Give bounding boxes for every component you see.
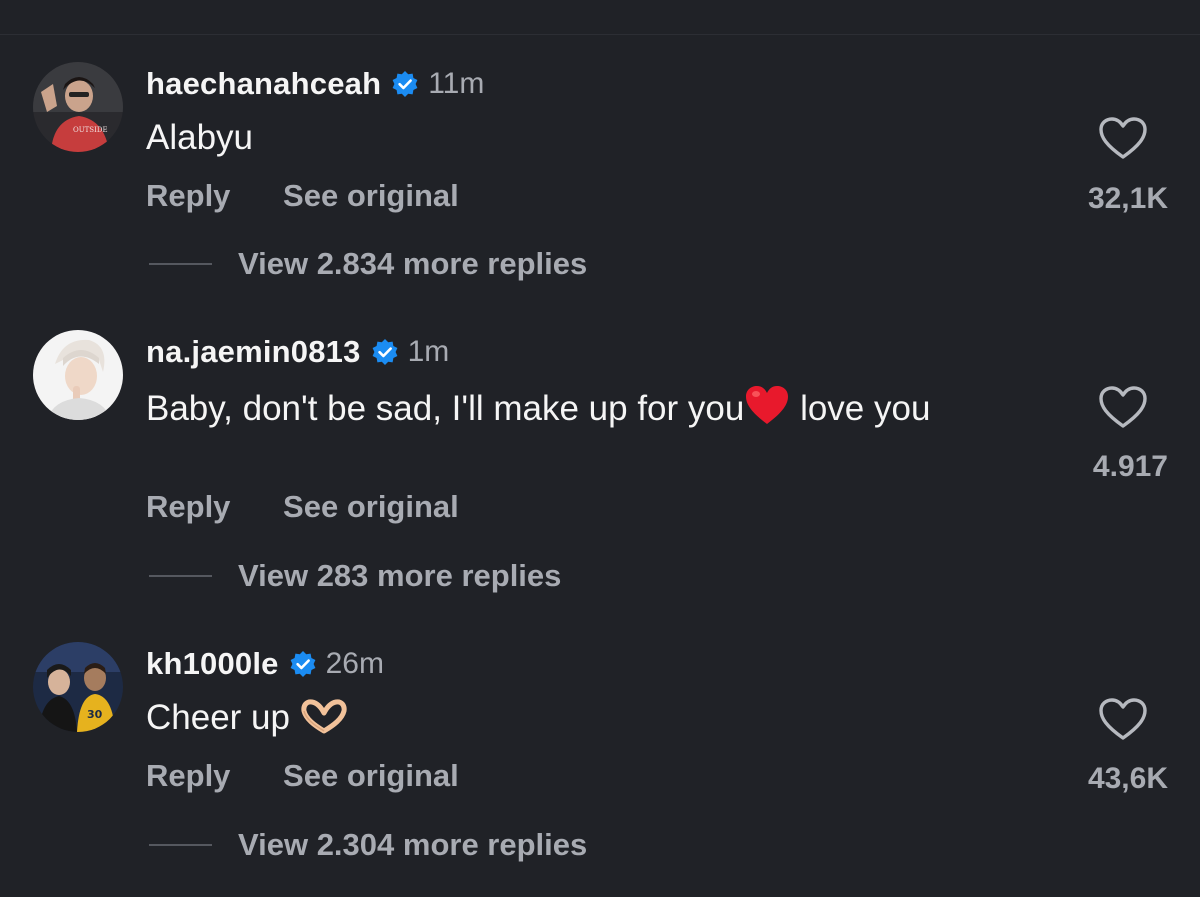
heart-outline-icon[interactable] [1098,385,1148,431]
verified-badge-icon [391,70,419,98]
reply-button[interactable]: Reply [146,178,230,214]
heart-outline-icon[interactable] [1098,116,1148,162]
comment-actions: Reply See original [146,489,459,525]
username[interactable]: haechanahceah [146,66,381,102]
svg-text:30: 30 [87,708,103,721]
comment-text: Alabyu [146,118,254,157]
replies-divider [149,844,212,846]
view-replies-button[interactable]: View 2.834 more replies [149,244,587,284]
heart-hands-emoji-icon [300,699,348,746]
comment-time: 26m [325,647,384,680]
like-count: 4.917 [1092,450,1168,483]
verified-badge-icon [289,650,317,678]
like-count: 32,1K [1087,182,1168,215]
view-replies-button[interactable]: View 2.304 more replies [149,825,587,865]
view-replies-label: View 2.304 more replies [238,827,588,862]
verified-badge-icon [371,338,399,366]
reply-button[interactable]: Reply [146,758,230,794]
svg-text:OUTSIDE: OUTSIDE [73,126,108,134]
view-replies-label: View 2.834 more replies [238,246,588,281]
view-replies-button[interactable]: View 283 more replies [149,556,561,596]
username[interactable]: kh1000le [146,646,279,682]
avatar[interactable] [33,330,123,420]
comment-text-before-emoji: Baby, don't be sad, I'll make up for you [146,389,745,428]
comment-text-after-emoji: love you [790,389,931,428]
replies-divider [149,263,212,265]
avatar[interactable]: 30 [33,642,123,732]
heart-outline-icon[interactable] [1098,697,1148,743]
see-original-button[interactable]: See original [283,489,459,525]
comment-text: Baby, don't be sad, I'll make up for you… [146,384,1006,437]
reply-button[interactable]: Reply [146,489,230,525]
see-original-button[interactable]: See original [283,758,459,794]
username[interactable]: na.jaemin0813 [146,334,361,370]
red-heart-emoji-icon [744,384,790,437]
view-replies-label: View 283 more replies [238,558,562,593]
replies-divider [149,575,212,577]
comment-text: Cheer up [146,696,1006,746]
comment-text-main: Cheer up [146,698,290,737]
comment-actions: Reply See original [146,178,459,214]
comment-time: 11m [428,67,485,100]
like-count: 43,6K [1087,762,1168,795]
comment-actions: Reply See original [146,758,459,794]
see-original-button[interactable]: See original [283,178,459,214]
comment-time: 1m [407,335,450,368]
top-divider [0,34,1200,35]
avatar[interactable]: OUTSIDE [33,62,123,152]
